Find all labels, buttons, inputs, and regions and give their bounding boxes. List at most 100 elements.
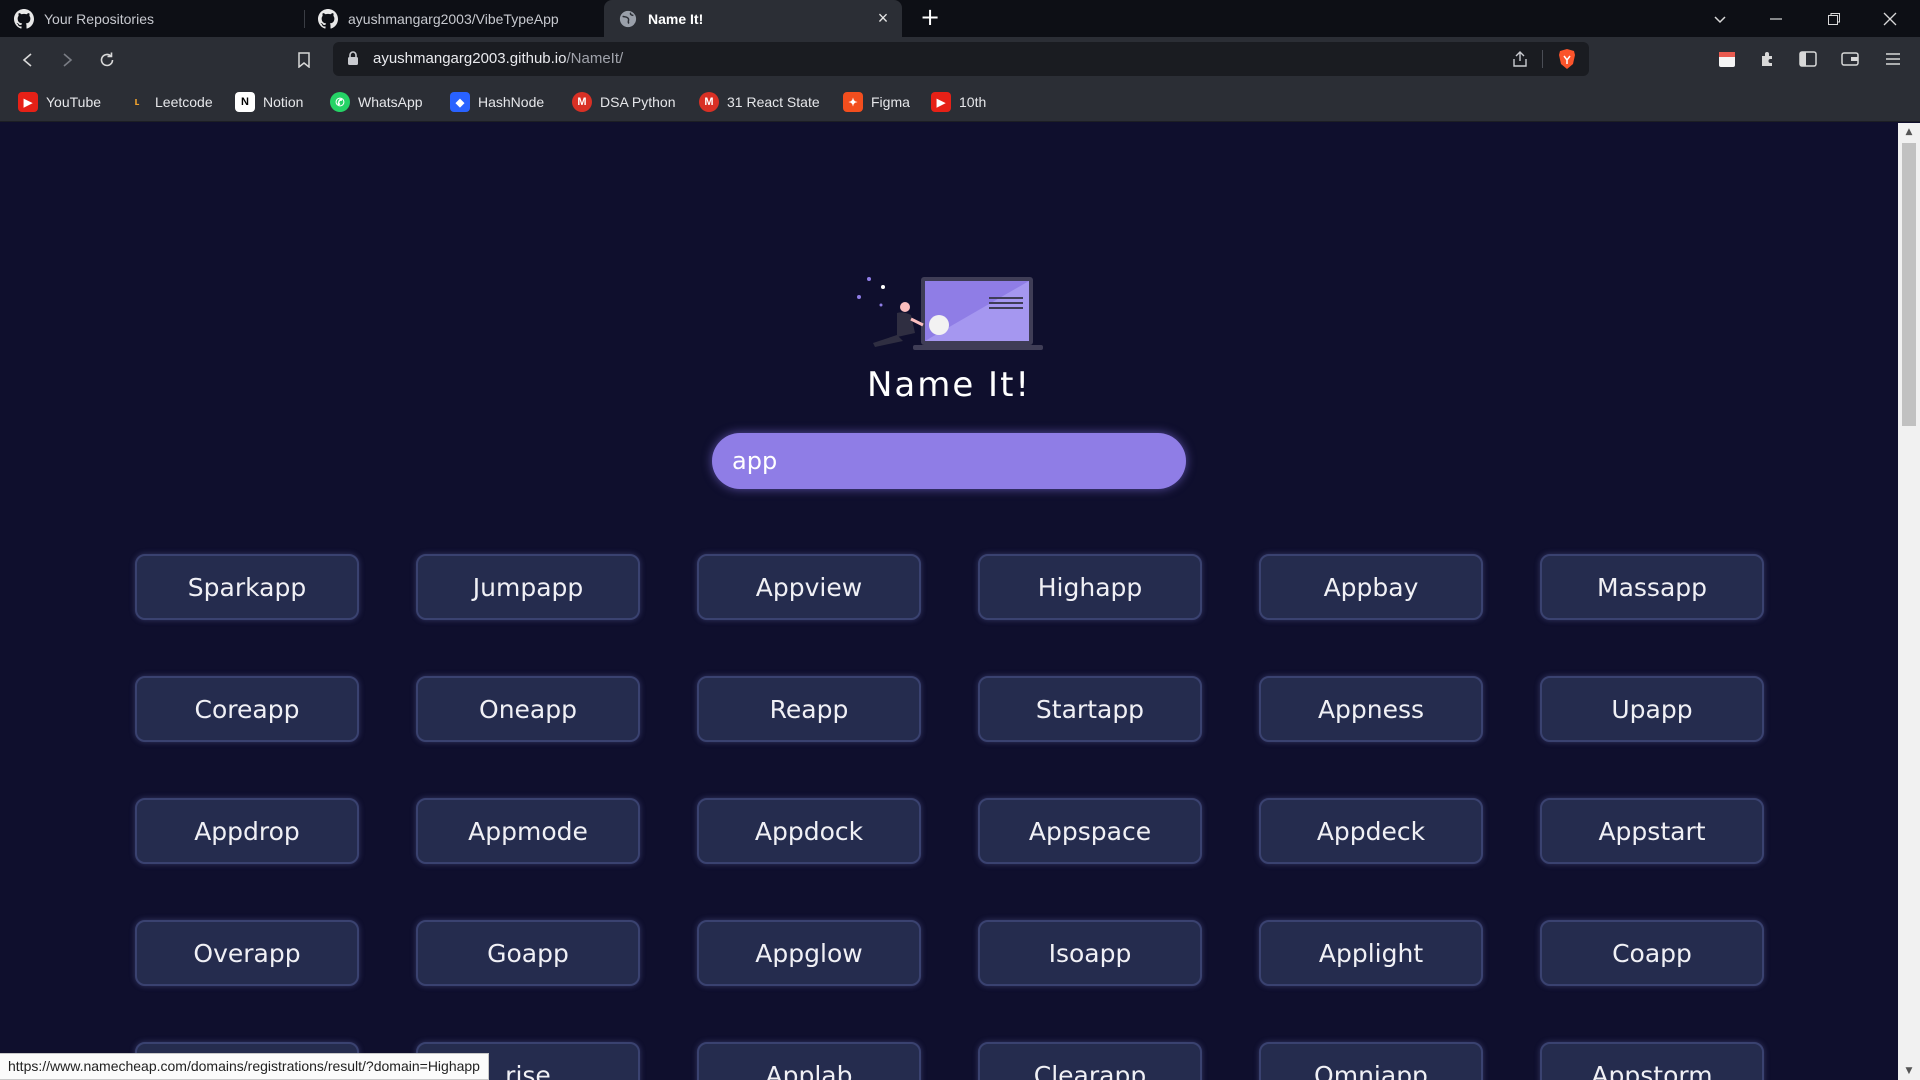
bookmark-youtube[interactable]: ▶ YouTube xyxy=(18,91,101,113)
name-suggestion-button[interactable]: Applab xyxy=(697,1042,921,1080)
bookmark-notion[interactable]: N Notion xyxy=(235,91,303,113)
name-suggestion-button[interactable]: Clearapp xyxy=(978,1042,1202,1080)
bookmark-31-react-state[interactable]: M 31 React State xyxy=(699,91,820,113)
reload-icon xyxy=(100,52,114,67)
restore-button[interactable] xyxy=(1806,0,1862,37)
name-suggestion-button[interactable]: Highapp xyxy=(978,554,1202,620)
hashnode-icon: ◆ xyxy=(450,92,470,112)
link-status-bar: https://www.namecheap.com/domains/regist… xyxy=(0,1053,489,1080)
url-path: /NameIt/ xyxy=(566,50,624,67)
name-suggestion-button[interactable]: Appdock xyxy=(697,798,921,864)
name-suggestion-button[interactable]: Goapp xyxy=(416,920,640,986)
tab-title: Your Repositories xyxy=(44,10,154,27)
tab-name-it[interactable]: Name It! × xyxy=(604,0,902,37)
bookmark-label: Figma xyxy=(871,94,910,110)
chevron-down-icon xyxy=(1714,15,1726,23)
name-suggestion-button[interactable]: Appmode xyxy=(416,798,640,864)
name-suggestion-button[interactable]: Jumpapp xyxy=(416,554,640,620)
bookmark-leetcode[interactable]: ʟ Leetcode xyxy=(127,91,213,113)
github-icon xyxy=(14,8,34,29)
share-icon[interactable] xyxy=(1511,50,1529,72)
name-suggestion-button[interactable]: Appview xyxy=(697,554,921,620)
browser-toolbar: ayushmangarg2003.github.io/NameIt/ xyxy=(0,37,1920,82)
extensions-puzzle-icon[interactable] xyxy=(1757,48,1779,70)
bookmark-dsa-python[interactable]: M DSA Python xyxy=(572,91,676,113)
name-suggestion-button[interactable]: Massapp xyxy=(1540,554,1764,620)
bookmark-hashnode[interactable]: ◆ HashNode xyxy=(450,91,544,113)
name-suggestion-button[interactable]: Appdrop xyxy=(135,798,359,864)
scroll-up-arrow-icon[interactable]: ▲ xyxy=(1903,127,1915,137)
wallet-icon[interactable] xyxy=(1839,48,1861,70)
bookmark-label: YouTube xyxy=(46,94,102,110)
forward-arrow-icon xyxy=(63,53,73,67)
name-suggestion-button[interactable]: Reapp xyxy=(697,676,921,742)
page-scrollbar[interactable]: ▲ ▼ xyxy=(1898,123,1920,1080)
back-arrow-icon xyxy=(22,53,32,67)
leetcode-icon: ʟ xyxy=(134,96,140,108)
name-suggestion-button[interactable]: Isoapp xyxy=(978,920,1202,986)
tab-search-button[interactable] xyxy=(1692,0,1748,37)
close-window-button[interactable] xyxy=(1862,0,1918,37)
bookmark-label: HashNode xyxy=(478,94,545,110)
bookmark-10th[interactable]: ▶ 10th xyxy=(931,91,986,113)
scroll-down-arrow-icon[interactable]: ▼ xyxy=(1903,1066,1915,1076)
youtube-icon: ▶ xyxy=(18,92,38,112)
name-suggestion-button[interactable]: Sparkapp xyxy=(135,554,359,620)
figma-icon: ✦ xyxy=(843,92,863,112)
lock-icon xyxy=(347,51,359,70)
bookmark-figma[interactable]: ✦ Figma xyxy=(843,91,910,113)
tab-vibetypeapp[interactable]: ayushmangarg2003/VibeTypeApp xyxy=(304,0,604,37)
name-suggestion-button[interactable]: Upapp xyxy=(1540,676,1764,742)
name-suggestion-button[interactable]: Overapp xyxy=(135,920,359,986)
name-suggestion-button[interactable]: Appstorm xyxy=(1540,1042,1764,1080)
tab-your-repositories[interactable]: Your Repositories xyxy=(0,0,300,37)
close-tab-icon[interactable]: × xyxy=(874,9,892,27)
scrollbar-thumb[interactable] xyxy=(1902,143,1916,426)
name-suggestion-button[interactable]: Oneapp xyxy=(416,676,640,742)
bookmarks-bar: ▶ YouTube ʟ Leetcode N Notion ✆ WhatsApp ◆ HashNo… xyxy=(0,82,1920,122)
bookmark-whatsapp[interactable]: ✆ WhatsApp xyxy=(330,91,423,113)
whatsapp-icon: ✆ xyxy=(330,92,350,112)
name-suggestion-button[interactable]: Appglow xyxy=(697,920,921,986)
sidebar-toggle-icon[interactable] xyxy=(1797,48,1819,70)
gmail-icon: M xyxy=(572,92,592,112)
bookmark-label: DSA Python xyxy=(600,94,676,110)
new-tab-button[interactable]: + xyxy=(918,5,942,30)
name-suggestion-button[interactable]: Omniapp xyxy=(1259,1042,1483,1080)
reload-button[interactable] xyxy=(92,45,122,75)
name-suggestion-button[interactable]: Applight xyxy=(1259,920,1483,986)
hero-illustration xyxy=(857,277,1043,350)
app-title: Name It! xyxy=(866,365,1032,405)
page-content: Name It! Sparkapp Jumpapp Appview Highapp Ap… xyxy=(0,123,1898,1080)
close-icon xyxy=(1883,12,1897,25)
minimize-icon xyxy=(1770,17,1782,20)
tab-title: Name It! xyxy=(648,10,704,27)
forward-button[interactable] xyxy=(52,45,82,75)
name-suggestion-button[interactable]: Appbay xyxy=(1259,554,1483,620)
extension-calendar-icon[interactable] xyxy=(1716,48,1738,70)
tab-title: ayushmangarg2003/VibeTypeApp xyxy=(348,10,559,27)
name-suggestion-button[interactable]: Appspace xyxy=(978,798,1202,864)
name-suggestion-button[interactable]: Appness xyxy=(1259,676,1483,742)
tab-strip: Your Repositories ayushmangarg2003/VibeT… xyxy=(0,0,1920,37)
name-suggestion-button[interactable]: Appdeck xyxy=(1259,798,1483,864)
name-suggestion-button[interactable]: Startapp xyxy=(978,676,1202,742)
name-suggestion-button[interactable]: Coapp xyxy=(1540,920,1764,986)
bookmark-label: 31 React State xyxy=(727,94,820,110)
gmail-icon: M xyxy=(699,92,719,112)
back-button[interactable] xyxy=(13,45,43,75)
bookmark-label: 10th xyxy=(959,94,987,110)
minimize-button[interactable] xyxy=(1748,0,1804,37)
bookmark-label: Leetcode xyxy=(155,94,213,110)
bookmark-page-button[interactable] xyxy=(289,45,319,75)
address-bar[interactable]: ayushmangarg2003.github.io/NameIt/ xyxy=(333,42,1589,76)
restore-icon xyxy=(1828,12,1840,25)
name-suggestion-button[interactable]: Appstart xyxy=(1540,798,1764,864)
menu-icon[interactable] xyxy=(1882,48,1904,70)
url-domain: ayushmangarg2003.github.io xyxy=(373,50,567,67)
bookmark-label: Notion xyxy=(263,94,304,110)
name-suggestion-button[interactable]: Coreapp xyxy=(135,676,359,742)
search-input[interactable] xyxy=(712,433,1186,489)
address-divider xyxy=(1542,50,1543,68)
brave-shields-icon[interactable] xyxy=(1557,48,1577,74)
